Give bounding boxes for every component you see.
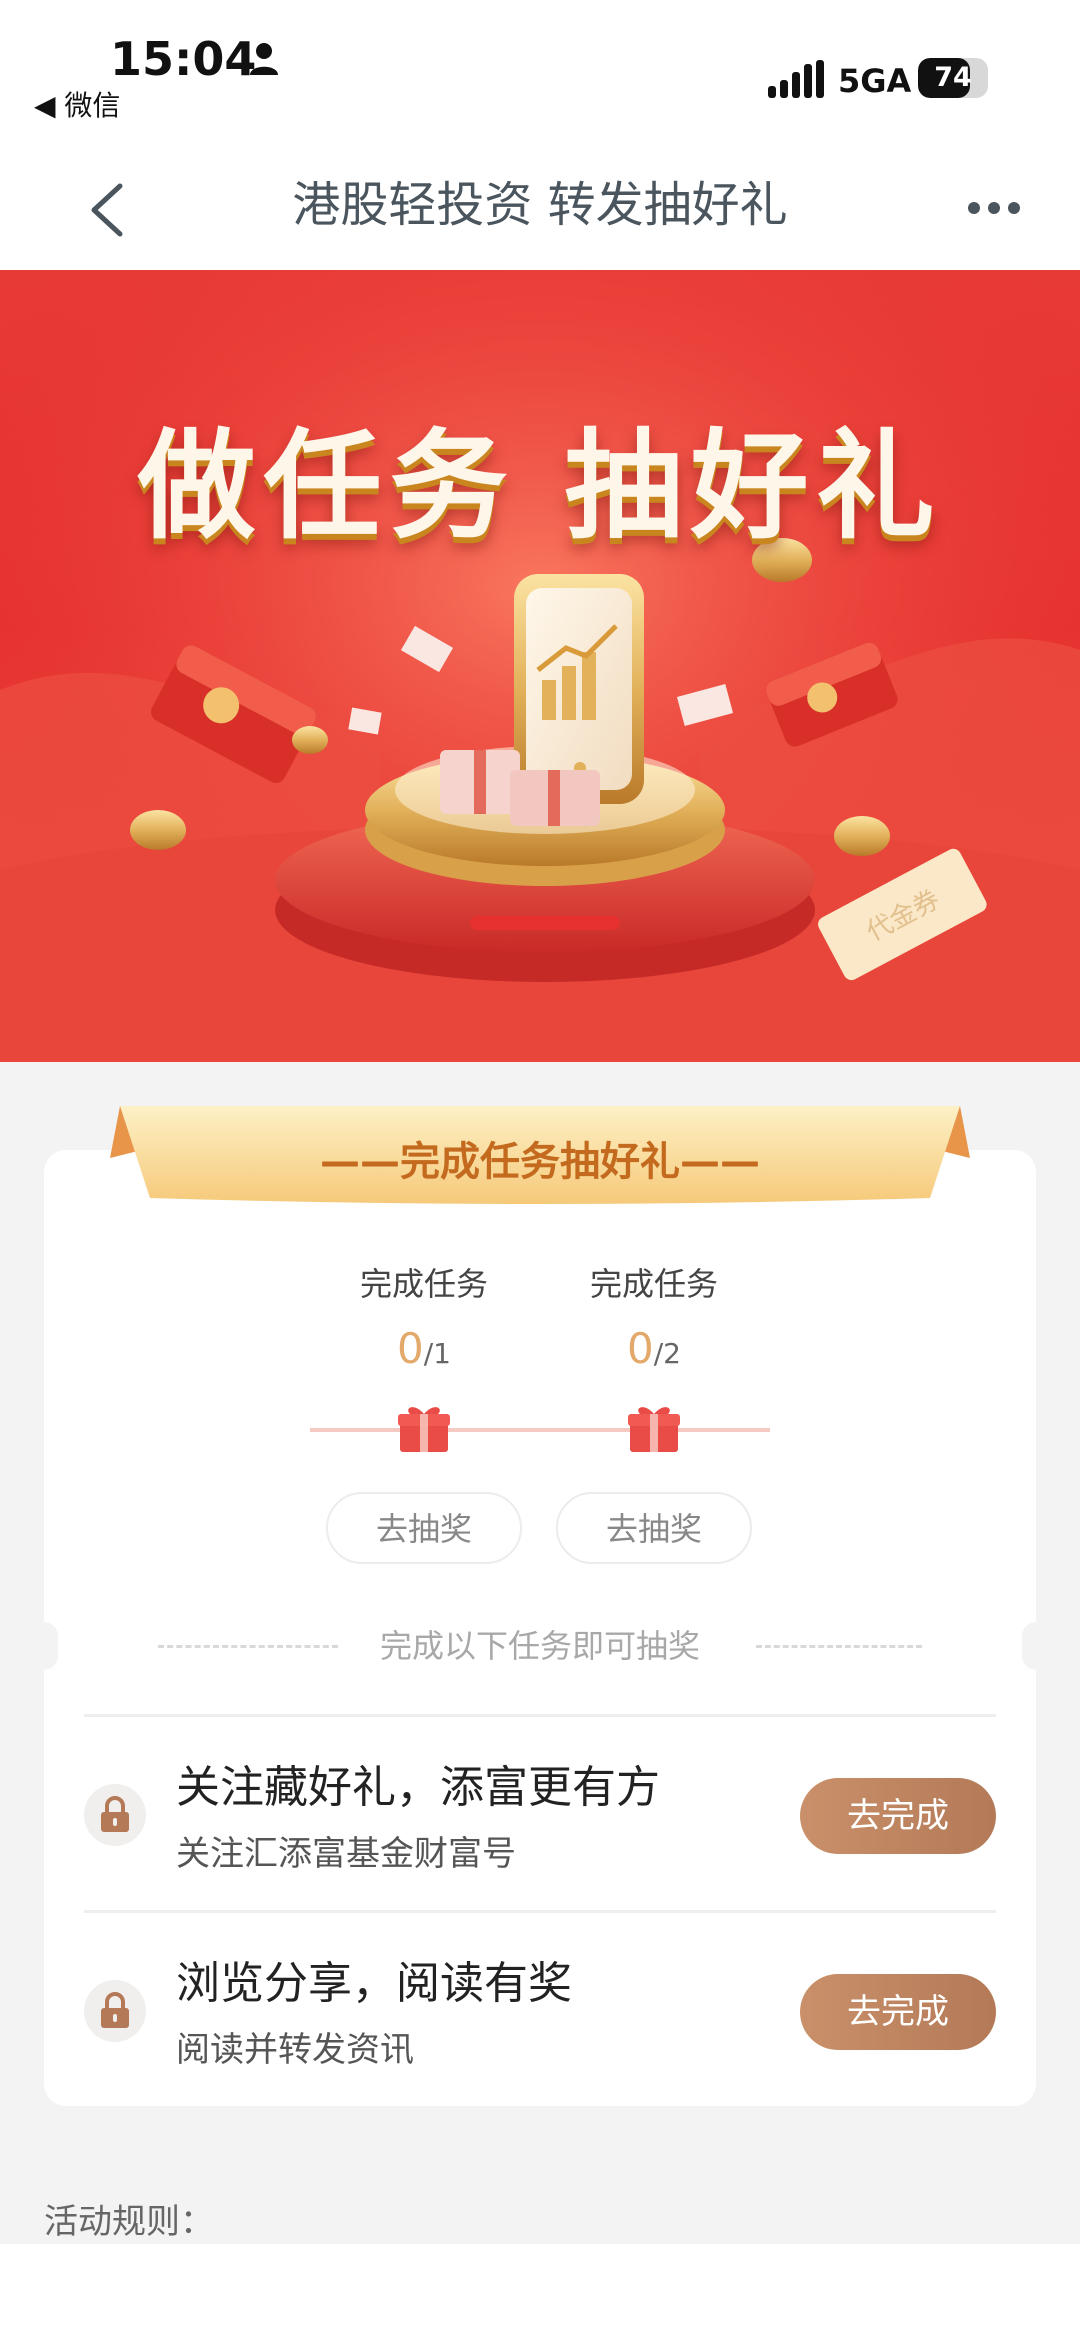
milestone-label: 完成任务 — [359, 1265, 488, 1303]
gift-icon — [398, 1407, 450, 1452]
rules-label: 活动规则： — [44, 2202, 214, 2242]
gift-icon — [628, 1407, 680, 1452]
battery-level: 74 — [934, 62, 972, 93]
task-row-1: 关注藏好礼，添富更有方 关注汇添富基金财富号 去完成 — [84, 1722, 996, 1912]
draw-button-2[interactable]: 去抽奖 — [556, 1492, 752, 1564]
task-title: 关注藏好礼，添富更有方 — [176, 1762, 660, 1813]
bottom-area — [0, 2244, 1080, 2341]
status-time: 15:04 — [110, 32, 257, 86]
hero-banner: 代金券 做任务 抽好礼 — [0, 270, 1080, 1062]
network-label: 5GA — [838, 62, 912, 100]
status-bar: 15:04 ◀ 微信 5GA 74 — [0, 0, 1080, 150]
lock-icon-wrap — [84, 1980, 146, 2042]
divider-text: 完成以下任务即可抽奖 — [379, 1627, 700, 1665]
milestone-2: 完成任务 0/2 — [554, 1262, 754, 1379]
complete-task-button-2[interactable]: 去完成 — [800, 1974, 996, 2050]
person-icon — [250, 43, 278, 75]
nav-bar: 港股轻投资 转发抽好礼 — [0, 150, 1080, 270]
back-to-wechat-link[interactable]: ◀ 微信 — [34, 84, 120, 124]
milestone-progress: 0/1 — [397, 1324, 451, 1373]
task-title: 浏览分享，阅读有奖 — [176, 1958, 572, 2009]
more-icon[interactable] — [966, 200, 1022, 216]
lock-icon — [101, 1796, 129, 1832]
complete-task-button-1[interactable]: 去完成 — [800, 1778, 996, 1854]
battery-icon: 74 — [918, 58, 988, 98]
ribbon-title: ——完成任务抽好礼—— — [320, 1139, 760, 1185]
milestone-1: 完成任务 0/1 — [324, 1262, 524, 1379]
divider — [84, 1714, 996, 1717]
task-row-2: 浏览分享，阅读有奖 阅读并转发资讯 去完成 — [84, 1918, 996, 2108]
task-description: 阅读并转发资讯 — [176, 2030, 414, 2070]
page-title: 港股轻投资 转发抽好礼 — [292, 177, 788, 233]
task-description: 关注汇添富基金财富号 — [176, 1834, 516, 1874]
milestone-progress: 0/2 — [627, 1324, 681, 1373]
hero-title: 做任务 抽好礼 — [137, 417, 943, 555]
lock-icon-wrap — [84, 1784, 146, 1846]
signal-icon — [768, 60, 824, 98]
draw-button-1[interactable]: 去抽奖 — [326, 1492, 522, 1564]
milestone-label: 完成任务 — [589, 1265, 718, 1303]
hero-illustration: 代金券 — [0, 270, 1080, 1062]
lock-icon — [101, 1992, 129, 2028]
progress-track — [310, 1428, 770, 1432]
divider — [84, 1910, 996, 1913]
